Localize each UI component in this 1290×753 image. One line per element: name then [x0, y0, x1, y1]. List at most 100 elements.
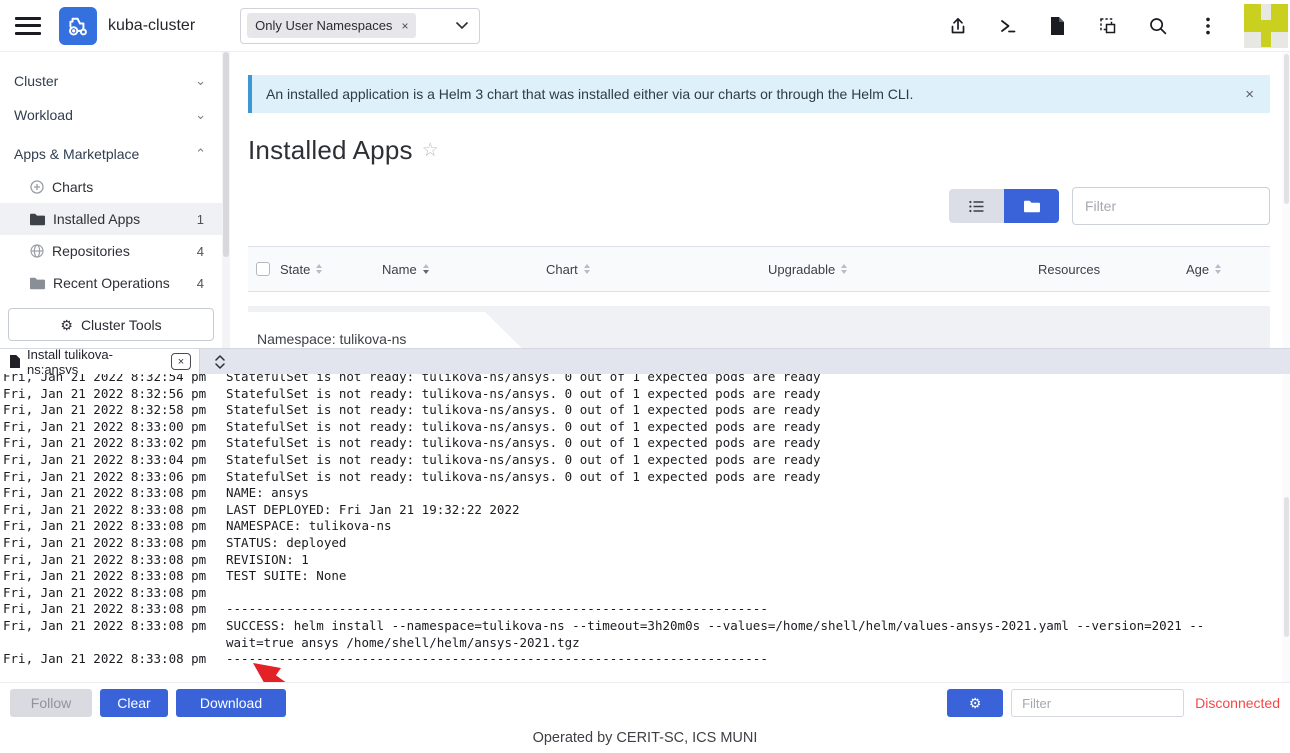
folder-icon: [30, 213, 45, 226]
follow-button[interactable]: Follow: [10, 689, 92, 717]
log-line: Fri, Jan 21 2022 8:33:08 pmNAME: ansys: [3, 485, 1290, 502]
page-footer: Operated by CERIT-SC, ICS MUNI: [0, 723, 1290, 753]
sidebar-section-workload[interactable]: Workload ⌄: [0, 98, 222, 132]
column-header-upgradable[interactable]: Upgradable: [760, 262, 1030, 277]
namespace-group-tab: Namespace: tulikova-ns: [248, 312, 540, 348]
sidebar-section-apps-marketplace[interactable]: Apps & Marketplace ⌃: [0, 137, 222, 171]
info-banner: An installed application is a Helm 3 cha…: [248, 75, 1270, 113]
cluster-logo-icon[interactable]: [59, 7, 97, 45]
kubectl-shell-icon[interactable]: [997, 15, 1018, 36]
chevron-down-icon: [455, 21, 469, 30]
select-all-checkbox[interactable]: [256, 262, 270, 276]
column-header-age[interactable]: Age: [1178, 262, 1270, 277]
top-header: kuba-cluster Only User Namespaces ×: [0, 0, 1290, 52]
column-header-resources: Resources: [1030, 262, 1178, 277]
terminal-tab[interactable]: Install tulikova-ns:ansys ×: [0, 349, 200, 374]
filter-input[interactable]: [1072, 187, 1270, 225]
globe-icon: [30, 244, 44, 258]
file-icon: [10, 355, 20, 368]
footer-text: Operated by CERIT-SC, ICS MUNI: [533, 730, 758, 746]
log-line: Fri, Jan 21 2022 8:33:02 pmStatefulSet i…: [3, 435, 1290, 452]
terminal-tabbar: Install tulikova-ns:ansys ×: [0, 349, 1290, 374]
log-line: Fri, Jan 21 2022 8:33:08 pmSTATUS: deplo…: [3, 535, 1290, 552]
sidebar-item-label: Installed Apps: [53, 211, 140, 227]
column-header-chart[interactable]: Chart: [538, 262, 760, 277]
kebab-menu-icon[interactable]: [1197, 15, 1218, 36]
cluster-tools-label: Cluster Tools: [81, 317, 162, 333]
namespace-filter-select[interactable]: Only User Namespaces ×: [240, 8, 480, 44]
sort-icon: [1215, 264, 1221, 274]
namespace-group-row: Namespace: tulikova-ns: [248, 306, 1270, 348]
copy-icon[interactable]: [1097, 15, 1118, 36]
log-line: Fri, Jan 21 2022 8:33:04 pmStatefulSet i…: [3, 452, 1290, 469]
log-line: Fri, Jan 21 2022 8:33:06 pmStatefulSet i…: [3, 469, 1290, 486]
sidebar-item-recent-operations[interactable]: Recent Operations 4: [0, 267, 222, 299]
log-line: Fri, Jan 21 2022 8:33:08 pmSUCCESS: helm…: [3, 618, 1290, 651]
import-yaml-icon[interactable]: [947, 15, 968, 36]
log-scrollbar[interactable]: [1283, 374, 1290, 682]
sidebar-item-count: 4: [197, 244, 204, 259]
sort-icon: [316, 264, 322, 274]
main-content: An installed application is a Helm 3 cha…: [230, 52, 1283, 348]
log-filter-input[interactable]: [1011, 689, 1184, 717]
namespace-filter-tag: Only User Namespaces ×: [247, 13, 416, 38]
folder-icon: [30, 277, 45, 290]
sidebar-item-label: Charts: [52, 179, 93, 195]
terminal-controls: Follow Clear Download ⚙ Disconnected: [0, 682, 1290, 723]
info-banner-text: An installed application is a Helm 3 cha…: [266, 86, 913, 102]
column-header-name[interactable]: Name: [374, 262, 538, 277]
expand-panel-icon[interactable]: [200, 349, 240, 374]
chevron-down-icon: ⌄: [195, 73, 206, 89]
terminal-tab-label: Install tulikova-ns:ansys: [27, 347, 164, 377]
group-view-button[interactable]: [1004, 189, 1059, 223]
sort-icon: [423, 264, 429, 274]
sidebar-section-label: Apps & Marketplace: [14, 146, 139, 162]
sidebar-item-count: 4: [197, 276, 204, 291]
sidebar-scrollbar[interactable]: [222, 52, 230, 348]
sidebar-item-repositories[interactable]: Repositories 4: [0, 235, 222, 267]
folder-icon: [1024, 200, 1040, 213]
list-toolbar: [248, 187, 1270, 225]
chevron-up-icon: ⌃: [195, 146, 206, 162]
sidebar-section-label: Cluster: [14, 73, 58, 89]
log-line: Fri, Jan 21 2022 8:33:08 pmLAST DEPLOYED…: [3, 502, 1290, 519]
log-line: Fri, Jan 21 2022 8:32:58 pmStatefulSet i…: [3, 402, 1290, 419]
view-toggle: [949, 189, 1059, 223]
log-line: Fri, Jan 21 2022 8:33:08 pm-------------…: [3, 601, 1290, 618]
sidebar-section-cluster[interactable]: Cluster ⌄: [0, 64, 222, 98]
sidebar-item-count: 1: [197, 212, 204, 227]
sidebar-item-charts[interactable]: Charts: [0, 171, 222, 203]
table-header: State Name Chart Upgradable Resources Ag…: [248, 246, 1270, 292]
sort-icon: [841, 264, 847, 274]
log-lines: Fri, Jan 21 2022 8:32:54 pmStatefulSet i…: [0, 374, 1290, 668]
connection-status: Disconnected: [1195, 695, 1280, 711]
close-icon[interactable]: ×: [1245, 86, 1254, 103]
remove-tag-icon[interactable]: ×: [401, 19, 408, 33]
page-title: Installed Apps: [248, 135, 413, 166]
circle-plus-icon: [30, 180, 44, 194]
cluster-tools-button[interactable]: ⚙ Cluster Tools: [8, 308, 214, 341]
header-icon-group: [947, 15, 1218, 36]
sidebar-item-label: Repositories: [52, 243, 130, 259]
sidebar-item-installed-apps[interactable]: Installed Apps 1: [0, 203, 222, 235]
log-line: Fri, Jan 21 2022 8:32:56 pmStatefulSet i…: [3, 386, 1290, 403]
log-settings-button[interactable]: ⚙: [947, 689, 1003, 717]
download-button[interactable]: Download: [176, 689, 286, 717]
user-avatar[interactable]: [1244, 4, 1288, 48]
main-scrollbar[interactable]: [1283, 52, 1290, 348]
sidebar-item-label: Recent Operations: [53, 275, 170, 291]
log-line: Fri, Jan 21 2022 8:33:08 pmREVISION: 1: [3, 552, 1290, 569]
column-header-state[interactable]: State: [272, 262, 374, 277]
favorite-star-icon[interactable]: ☆: [422, 139, 439, 162]
log-line: Fri, Jan 21 2022 8:33:00 pmStatefulSet i…: [3, 419, 1290, 436]
cluster-name[interactable]: kuba-cluster: [108, 17, 195, 35]
log-line: Fri, Jan 21 2022 8:32:54 pmStatefulSet i…: [3, 374, 1290, 386]
list-view-button[interactable]: [949, 189, 1004, 223]
close-icon[interactable]: ×: [171, 353, 191, 370]
clear-button[interactable]: Clear: [100, 689, 168, 717]
menu-icon[interactable]: [15, 17, 41, 35]
chevron-down-icon: ⌄: [195, 107, 206, 123]
search-icon[interactable]: [1147, 15, 1168, 36]
terminal-log-area[interactable]: Fri, Jan 21 2022 8:32:54 pmStatefulSet i…: [0, 374, 1290, 682]
file-icon[interactable]: [1047, 15, 1068, 36]
